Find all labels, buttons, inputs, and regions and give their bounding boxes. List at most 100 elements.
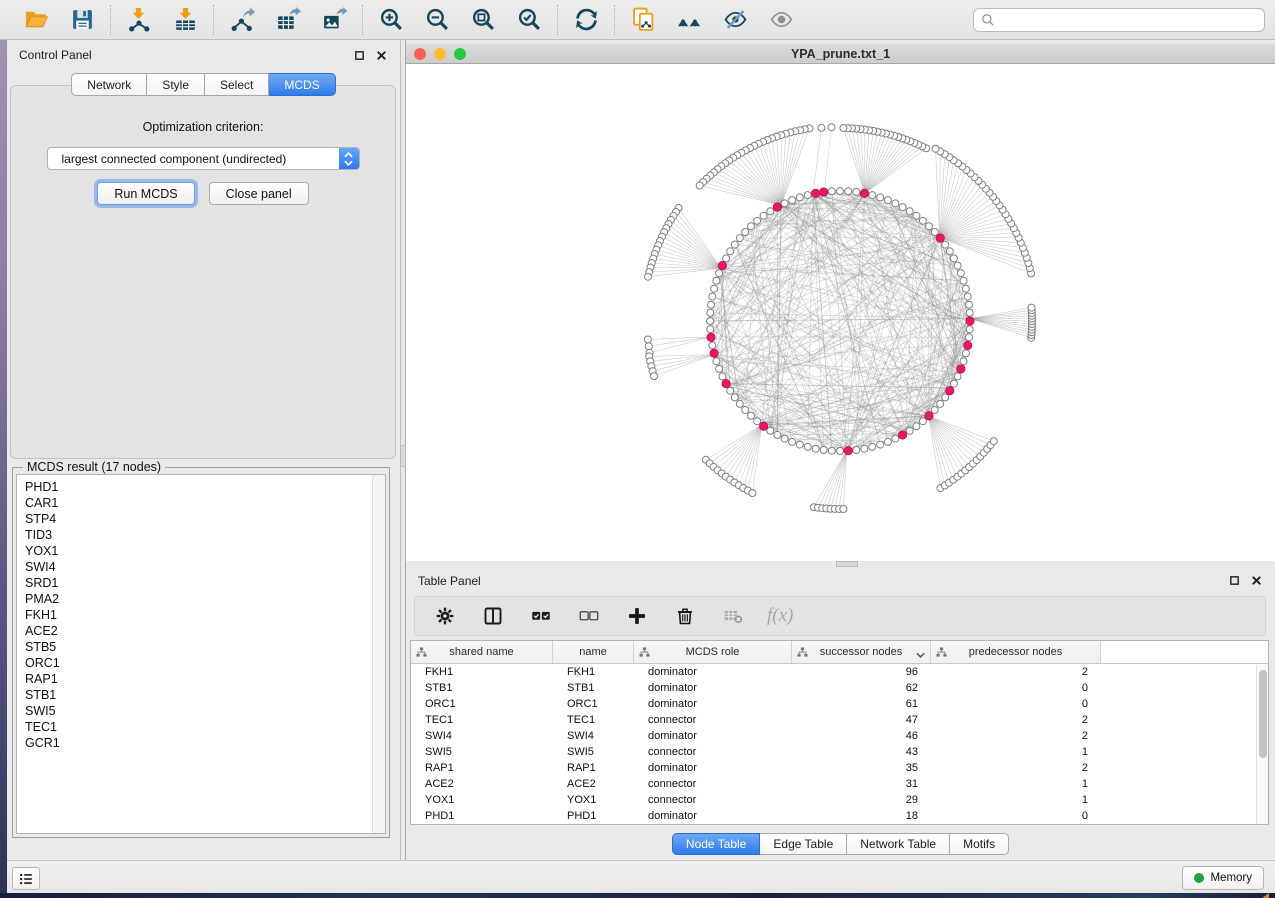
window-close-button[interactable] xyxy=(414,48,426,60)
table-settings-button[interactable] xyxy=(431,602,459,630)
add-column-button[interactable] xyxy=(623,602,651,630)
table-row[interactable]: TEC1TEC1connector472 xyxy=(411,712,1268,728)
table-row[interactable]: RAP1RAP1dominator352 xyxy=(411,760,1268,776)
cell-successor-nodes: 35 xyxy=(792,762,931,774)
zoom-fit-button[interactable] xyxy=(467,5,499,35)
cell-mcds-role: dominator xyxy=(634,810,792,822)
mcds-result-list[interactable]: PHD1CAR1STP4TID3YOX1SWI4SRD1PMA2FKH1ACE2… xyxy=(16,474,386,834)
delete-column-button[interactable] xyxy=(671,602,699,630)
mcds-result-node[interactable]: ACE2 xyxy=(17,623,385,639)
mcds-result-node[interactable]: PHD1 xyxy=(17,479,385,495)
window-minimize-button[interactable] xyxy=(434,48,446,60)
column-header-filler xyxy=(1101,641,1268,663)
import-network-button[interactable] xyxy=(123,5,155,35)
table-row[interactable]: FKH1FKH1dominator962 xyxy=(411,664,1268,680)
table-row[interactable]: PHD1PHD1dominator180 xyxy=(411,808,1268,824)
mcds-result-node[interactable]: SWI4 xyxy=(17,559,385,575)
save-session-button[interactable] xyxy=(66,5,98,35)
table-row[interactable]: SWI4SWI4dominator462 xyxy=(411,728,1268,744)
float-table-panel-button[interactable] xyxy=(1228,574,1241,587)
clear-table-button xyxy=(719,602,747,630)
network-graph[interactable] xyxy=(406,64,1275,561)
first-neighbors-button[interactable] xyxy=(673,5,705,35)
hide-selected-button[interactable] xyxy=(719,5,751,35)
zoom-out-button[interactable] xyxy=(421,5,453,35)
mcds-result-node[interactable]: STB1 xyxy=(17,687,385,703)
mcds-result-node[interactable]: TID3 xyxy=(17,527,385,543)
window-zoom-button[interactable] xyxy=(454,48,466,60)
refresh-layout-button[interactable] xyxy=(570,5,602,35)
mcds-result-group: MCDS result (17 nodes) PHD1CAR1STP4TID3Y… xyxy=(12,467,390,838)
mcds-result-node[interactable]: STP4 xyxy=(17,511,385,527)
close-panel-button[interactable] xyxy=(375,49,388,62)
tab-edge-table[interactable]: Edge Table xyxy=(760,833,847,855)
memory-button[interactable]: Memory xyxy=(1182,866,1264,890)
table-row[interactable]: STB1STB1dominator620 xyxy=(411,680,1268,696)
table-scrollbar-thumb[interactable] xyxy=(1259,670,1267,758)
optimization-criterion-select[interactable]: largest connected component (undirected) xyxy=(47,147,360,170)
show-all-button[interactable] xyxy=(765,5,797,35)
mcds-result-node[interactable]: PMA2 xyxy=(17,591,385,607)
close-mcds-panel-button[interactable]: Close panel xyxy=(209,182,309,205)
network-canvas[interactable] xyxy=(406,64,1275,561)
mcds-result-node[interactable]: CAR1 xyxy=(17,495,385,511)
run-mcds-button[interactable]: Run MCDS xyxy=(97,182,194,205)
table-scrollbar[interactable] xyxy=(1256,665,1268,824)
table-row[interactable]: SWI5SWI5connector431 xyxy=(411,744,1268,760)
column-header-predecessor-nodes[interactable]: predecessor nodes xyxy=(931,641,1101,663)
mcds-result-node[interactable]: SWI5 xyxy=(17,703,385,719)
show-panels-button[interactable] xyxy=(12,867,40,890)
mcds-result-node[interactable]: FKH1 xyxy=(17,607,385,623)
tab-network-table[interactable]: Network Table xyxy=(847,833,950,855)
search-input[interactable] xyxy=(1000,10,1257,30)
cell-name: YOX1 xyxy=(553,794,634,806)
column-header-mcds-role[interactable]: MCDS role xyxy=(634,641,792,663)
export-image-button[interactable] xyxy=(318,5,350,35)
mcds-result-node[interactable]: YOX1 xyxy=(17,543,385,559)
close-table-panel-button[interactable] xyxy=(1250,574,1263,587)
table-row[interactable]: ACE2ACE2connector311 xyxy=(411,776,1268,792)
select-all-rows-button[interactable] xyxy=(527,602,555,630)
copy-network-view-button[interactable] xyxy=(627,5,659,35)
column-header-successor-nodes[interactable]: successor nodes xyxy=(792,641,931,663)
cell-mcds-role: dominator xyxy=(634,762,792,774)
cell-name: ORC1 xyxy=(553,698,634,710)
column-header-name[interactable]: name xyxy=(553,641,634,663)
zoom-fit-icon xyxy=(471,7,496,32)
export-network-button[interactable] xyxy=(226,5,258,35)
mcds-result-node[interactable]: STB5 xyxy=(17,639,385,655)
zoom-selected-button[interactable] xyxy=(513,5,545,35)
neighbors-icon xyxy=(677,7,702,32)
tab-select[interactable]: Select xyxy=(205,73,269,96)
cell-mcds-role: connector xyxy=(634,794,792,806)
tab-network[interactable]: Network xyxy=(71,73,147,96)
tab-style[interactable]: Style xyxy=(147,73,205,96)
tab-motifs[interactable]: Motifs xyxy=(950,833,1009,855)
show-columns-button[interactable] xyxy=(479,602,507,630)
mcds-result-node[interactable]: SRD1 xyxy=(17,575,385,591)
network-window-titlebar[interactable]: YPA_prune.txt_1 xyxy=(406,44,1275,64)
toolbar-group xyxy=(10,5,108,35)
tab-node-table[interactable]: Node Table xyxy=(672,833,761,855)
tab-mcds[interactable]: MCDS xyxy=(269,73,335,96)
table-row[interactable]: ORC1ORC1dominator610 xyxy=(411,696,1268,712)
cell-shared-name: ORC1 xyxy=(411,698,553,710)
export-table-button[interactable] xyxy=(272,5,304,35)
mcds-result-scrollbar[interactable] xyxy=(372,475,385,833)
mcds-result-node[interactable]: ORC1 xyxy=(17,655,385,671)
float-panel-button[interactable] xyxy=(353,49,366,62)
cell-shared-name: SWI4 xyxy=(411,730,553,742)
mcds-result-node[interactable]: GCR1 xyxy=(17,735,385,751)
column-header-shared-name[interactable]: shared name xyxy=(411,641,553,663)
chevron-up-icon xyxy=(344,152,353,158)
search-box[interactable] xyxy=(973,8,1265,32)
import-table-button[interactable] xyxy=(169,5,201,35)
mcds-result-node[interactable]: TEC1 xyxy=(17,719,385,735)
mcds-result-items: PHD1CAR1STP4TID3YOX1SWI4SRD1PMA2FKH1ACE2… xyxy=(17,475,385,751)
zoom-in-button[interactable] xyxy=(375,5,407,35)
table-row[interactable]: YOX1YOX1connector291 xyxy=(411,792,1268,808)
toolbar-group xyxy=(216,5,360,35)
deselect-all-rows-button[interactable] xyxy=(575,602,603,630)
open-file-button[interactable] xyxy=(20,5,52,35)
mcds-result-node[interactable]: RAP1 xyxy=(17,671,385,687)
